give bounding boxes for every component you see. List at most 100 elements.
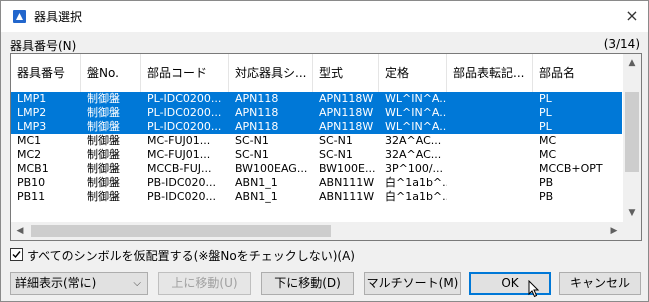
cell-bom-transfer xyxy=(447,148,533,162)
column-header-model[interactable]: 型式 xyxy=(313,54,379,92)
close-button[interactable]: × xyxy=(616,1,648,32)
scroll-up-arrow-icon[interactable]: ▲ xyxy=(623,54,641,72)
column-header-supported-device[interactable]: 対応器具シ... xyxy=(229,54,313,92)
cell-supported-device: ABN1_1 xyxy=(235,190,278,203)
cell-part-name: PB xyxy=(539,190,554,203)
cell-equipment-number: PB10 xyxy=(17,176,46,189)
equipment-number-label: 器具番号(N) xyxy=(10,39,77,53)
table-row[interactable]: LMP2 制御盤 PL-IDC0200... APN118 APN118W WL… xyxy=(11,106,622,120)
cell-equipment-number: MC1 xyxy=(17,134,42,147)
cell-model: BW100E... xyxy=(319,162,376,175)
cell-part-code: PL-IDC0200... xyxy=(147,106,222,119)
cell-part-code: MC-FUJ01... xyxy=(147,148,211,161)
cell-equipment-number: LMP2 xyxy=(17,106,47,119)
cell-equipment-number: LMP1 xyxy=(17,92,47,105)
table-row[interactable]: LMP1 制御盤 PL-IDC0200... APN118 APN118W WL… xyxy=(11,92,622,106)
cell-model: APN118W xyxy=(319,106,374,119)
scroll-right-arrow-icon[interactable]: ▶ xyxy=(605,222,623,240)
selection-count: (3/14) xyxy=(603,37,640,51)
cell-panel-no: 制御盤 xyxy=(87,162,120,175)
table-row[interactable]: PB11 制御盤 PB-IDC020... ABN1_1 ABN111W 白^1… xyxy=(11,190,622,204)
table-row[interactable]: PB10 制御盤 PB-IDC020... ABN1_1 ABN111W 白^1… xyxy=(11,176,622,190)
cell-part-code: MC-FUJ01... xyxy=(147,134,211,147)
column-header-part-code[interactable]: 部品コード xyxy=(141,54,229,92)
cell-part-name: MC xyxy=(539,134,557,147)
cell-rating: WL^IN^A... xyxy=(385,120,447,133)
vertical-scrollbar[interactable]: ▲ ▼ xyxy=(623,54,641,222)
cell-rating: WL^IN^A... xyxy=(385,92,447,105)
scrollbar-corner xyxy=(623,222,641,240)
cell-model: ABN111W xyxy=(319,190,375,203)
cell-part-name: PL xyxy=(539,92,552,105)
scroll-down-arrow-icon[interactable]: ▼ xyxy=(623,204,641,222)
mouse-cursor-icon xyxy=(528,280,540,298)
equipment-list[interactable]: 器具番号 盤No. 部品コード 対応器具シ... 型式 定格 部品表転記... … xyxy=(10,53,642,241)
cell-equipment-number: LMP3 xyxy=(17,120,47,133)
table-row[interactable]: MCB1 制御盤 MCCB-FUJ... BW100EAG... BW100E.… xyxy=(11,162,622,176)
cell-model: ABN111W xyxy=(319,176,375,189)
move-up-button[interactable]: 上に移動(U) xyxy=(158,272,251,295)
cell-panel-no: 制御盤 xyxy=(87,190,120,203)
cell-rating: WL^IN^A... xyxy=(385,106,447,119)
cell-part-name: MCCB+OPT xyxy=(539,162,603,175)
table-row[interactable]: MC2 制御盤 MC-FUJ01... SC-N1 SC-N1 32A^AC..… xyxy=(11,148,622,162)
cell-part-name: PB xyxy=(539,176,554,189)
cell-supported-device: ABN1_1 xyxy=(235,176,278,189)
cell-supported-device: APN118 xyxy=(235,120,279,133)
cell-supported-device: SC-N1 xyxy=(235,134,269,147)
cell-bom-transfer xyxy=(447,134,533,148)
column-header-equipment-number[interactable]: 器具番号 xyxy=(11,54,81,92)
table-row[interactable]: LMP3 制御盤 PL-IDC0200... APN118 APN118W WL… xyxy=(11,120,622,134)
cell-rating: 白^1a1b^... xyxy=(385,190,447,203)
place-all-symbols-checkbox[interactable] xyxy=(10,248,23,261)
cell-supported-device: APN118 xyxy=(235,92,279,105)
scroll-left-arrow-icon[interactable]: ◀ xyxy=(11,222,29,240)
cell-bom-transfer xyxy=(447,120,533,134)
multisort-button[interactable]: マルチソート(M) xyxy=(364,272,461,295)
cell-equipment-number: MCB1 xyxy=(17,162,49,175)
cell-part-code: PL-IDC0200... xyxy=(147,92,222,105)
cell-part-name: PL xyxy=(539,106,552,119)
table-row[interactable]: MC1 制御盤 MC-FUJ01... SC-N1 SC-N1 32A^AC..… xyxy=(11,134,622,148)
cell-bom-transfer xyxy=(447,92,533,106)
cell-bom-transfer xyxy=(447,190,533,204)
cell-model: SC-N1 xyxy=(319,134,353,147)
checkmark-icon xyxy=(12,251,21,259)
cell-bom-transfer xyxy=(447,106,533,120)
cell-panel-no: 制御盤 xyxy=(87,92,120,105)
column-header-part-name[interactable]: 部品名 xyxy=(533,54,622,92)
cell-model: SC-N1 xyxy=(319,148,353,161)
column-header-bom-transfer[interactable]: 部品表転記... xyxy=(447,54,533,92)
horizontal-scrollbar[interactable]: ◀ ▶ xyxy=(11,222,623,240)
view-mode-select[interactable]: 詳細表示(常に) ⌵ xyxy=(10,272,148,295)
vertical-scroll-thumb[interactable] xyxy=(625,92,639,172)
cell-panel-no: 制御盤 xyxy=(87,176,120,189)
title-bar: 器具選択 × xyxy=(1,1,648,32)
cell-part-code: PL-IDC0200... xyxy=(147,120,222,133)
chevron-down-icon: ⌵ xyxy=(133,278,141,289)
column-header-panel-no[interactable]: 盤No. xyxy=(81,54,141,92)
cell-model: APN118W xyxy=(319,120,374,133)
cell-panel-no: 制御盤 xyxy=(87,134,120,147)
cancel-button[interactable]: キャンセル xyxy=(559,272,641,295)
cell-part-code: PB-IDC020... xyxy=(147,176,217,189)
cell-part-code: MCCB-FUJ... xyxy=(147,162,212,175)
cell-equipment-number: PB11 xyxy=(17,190,46,203)
cell-part-name: PL xyxy=(539,120,552,133)
cell-rating: 白^1a1b^... xyxy=(385,176,447,189)
cell-rating: 3P^100/... xyxy=(385,162,444,175)
cell-part-code: PB-IDC020... xyxy=(147,190,217,203)
column-header-rating[interactable]: 定格 xyxy=(379,54,447,92)
cell-model: APN118W xyxy=(319,92,374,105)
window-title: 器具選択 xyxy=(34,10,83,24)
cell-supported-device: BW100EAG... xyxy=(235,162,308,175)
horizontal-scroll-thumb[interactable] xyxy=(31,225,331,237)
cell-panel-no: 制御盤 xyxy=(87,120,120,133)
move-down-button[interactable]: 下に移動(D) xyxy=(261,272,354,295)
cell-rating: 32A^AC... xyxy=(385,134,442,147)
cell-rating: 32A^AC... xyxy=(385,148,442,161)
cell-supported-device: SC-N1 xyxy=(235,148,269,161)
cell-bom-transfer xyxy=(447,162,533,176)
cell-supported-device: APN118 xyxy=(235,106,279,119)
cell-equipment-number: MC2 xyxy=(17,148,42,161)
